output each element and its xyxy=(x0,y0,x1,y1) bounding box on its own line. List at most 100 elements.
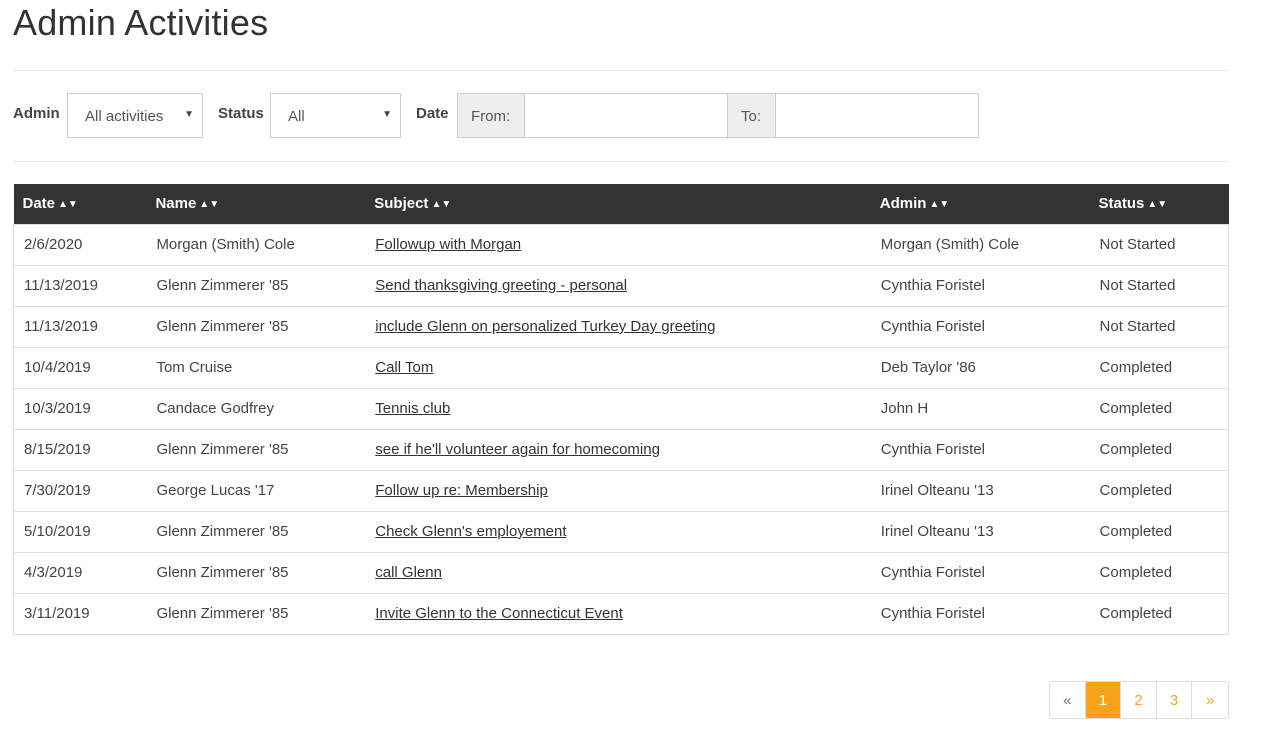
admin-cell: Cynthia Foristel xyxy=(870,592,1090,635)
pagination-page-3[interactable]: 3 xyxy=(1156,682,1193,718)
table-row: 2/6/2020 Morgan (Smith) Cole Followup wi… xyxy=(13,223,1229,265)
admin-cell: Irinel Olteanu '13 xyxy=(870,510,1090,552)
table-row: 11/13/2019 Glenn Zimmerer '85 include Gl… xyxy=(13,305,1229,347)
subject-link[interactable]: Follow up re: Membership xyxy=(375,482,548,499)
date-to-input[interactable] xyxy=(776,94,978,137)
name-cell: Glenn Zimmerer '85 xyxy=(146,428,366,470)
subject-link[interactable]: Followup with Morgan xyxy=(375,236,521,253)
date-to-label: To: xyxy=(728,94,776,137)
subject-cell: Tennis club xyxy=(365,387,871,429)
name-cell: George Lucas '17 xyxy=(146,469,366,511)
subject-link[interactable]: Send thanksgiving greeting - personal xyxy=(375,277,627,294)
status-cell: Not Started xyxy=(1089,305,1229,347)
chevron-down-icon: ▼ xyxy=(382,109,392,120)
date-from-input[interactable] xyxy=(525,94,728,137)
date-cell: 11/13/2019 xyxy=(13,264,147,306)
subject-cell: see if he'll volunteer again for homecom… xyxy=(365,428,871,470)
admin-cell: Irinel Olteanu '13 xyxy=(870,469,1090,511)
subject-cell: Follow up re: Membership xyxy=(365,469,871,511)
subject-cell: Call Tom xyxy=(365,346,871,388)
admin-cell: Morgan (Smith) Cole xyxy=(870,223,1090,265)
column-header-name[interactable]: Name ▲▼ xyxy=(146,184,366,224)
status-cell: Completed xyxy=(1089,551,1229,593)
status-cell: Not Started xyxy=(1089,264,1229,306)
status-cell: Completed xyxy=(1089,346,1229,388)
subject-link[interactable]: Check Glenn's employement xyxy=(375,523,566,540)
sort-icon: ▲▼ xyxy=(431,199,452,211)
name-cell: Glenn Zimmerer '85 xyxy=(146,510,366,552)
page-title: Admin Activities xyxy=(13,2,269,43)
column-header-label: Status xyxy=(1098,195,1145,213)
name-cell: Tom Cruise xyxy=(146,346,366,388)
activities-table: Date ▲▼ Name ▲▼ Subject ▲▼ Admin ▲▼ Status ▲▼… xyxy=(13,184,1229,635)
name-cell: Candace Godfrey xyxy=(146,387,366,429)
name-cell: Glenn Zimmerer '85 xyxy=(146,592,366,635)
table-row: 5/10/2019 Glenn Zimmerer '85 Check Glenn… xyxy=(13,510,1229,552)
name-cell: Glenn Zimmerer '85 xyxy=(146,264,366,306)
subject-link[interactable]: include Glenn on personalized Turkey Day… xyxy=(375,318,715,335)
table-header-row: Date ▲▼ Name ▲▼ Subject ▲▼ Admin ▲▼ Status ▲▼ xyxy=(13,184,1229,224)
table-row: 8/15/2019 Glenn Zimmerer '85 see if he'l… xyxy=(13,428,1229,470)
status-filter-label: Status xyxy=(218,105,264,122)
pagination-next[interactable]: » xyxy=(1192,682,1228,718)
divider-bottom xyxy=(13,161,1228,162)
admin-cell: Cynthia Foristel xyxy=(870,551,1090,593)
admin-filter-label: Admin xyxy=(13,105,60,122)
date-from-label: From: xyxy=(458,94,525,137)
admin-cell: John H xyxy=(870,387,1090,429)
pagination-prev[interactable]: « xyxy=(1050,682,1086,718)
subject-cell: Invite Glenn to the Connecticut Event xyxy=(365,592,871,635)
status-cell: Completed xyxy=(1089,592,1229,635)
table-row: 7/30/2019 George Lucas '17 Follow up re:… xyxy=(13,469,1229,511)
sort-icon: ▲▼ xyxy=(929,199,950,211)
date-cell: 5/10/2019 xyxy=(13,510,147,552)
date-cell: 10/3/2019 xyxy=(13,387,147,429)
subject-link[interactable]: Invite Glenn to the Connecticut Event xyxy=(375,605,623,622)
name-cell: Morgan (Smith) Cole xyxy=(146,223,366,265)
status-cell: Completed xyxy=(1089,510,1229,552)
table-row: 10/3/2019 Candace Godfrey Tennis club Jo… xyxy=(13,387,1229,429)
date-filter-label: Date xyxy=(416,105,449,122)
chevron-down-icon: ▼ xyxy=(184,109,194,120)
sort-icon: ▲▼ xyxy=(58,199,78,211)
subject-link[interactable]: call Glenn xyxy=(375,564,442,581)
column-header-admin[interactable]: Admin ▲▼ xyxy=(870,184,1090,224)
sort-icon: ▲▼ xyxy=(1147,199,1168,211)
date-cell: 4/3/2019 xyxy=(13,551,147,593)
subject-cell: Followup with Morgan xyxy=(365,223,871,265)
column-header-date[interactable]: Date ▲▼ xyxy=(13,184,147,224)
column-header-status[interactable]: Status ▲▼ xyxy=(1089,184,1229,224)
column-header-subject[interactable]: Subject ▲▼ xyxy=(365,184,871,224)
status-select-value: All xyxy=(288,108,305,125)
column-header-label: Subject xyxy=(374,195,429,213)
subject-link[interactable]: Tennis club xyxy=(375,400,450,417)
subject-cell: call Glenn xyxy=(365,551,871,593)
subject-cell: include Glenn on personalized Turkey Day… xyxy=(365,305,871,347)
name-cell: Glenn Zimmerer '85 xyxy=(146,305,366,347)
table-row: 11/13/2019 Glenn Zimmerer '85 Send thank… xyxy=(13,264,1229,306)
admin-select[interactable]: All activities ▼ xyxy=(67,93,203,138)
subject-cell: Check Glenn's employement xyxy=(365,510,871,552)
date-cell: 3/11/2019 xyxy=(13,592,147,635)
date-cell: 7/30/2019 xyxy=(13,469,147,511)
date-cell: 2/6/2020 xyxy=(13,223,147,265)
status-cell: Not Started xyxy=(1089,223,1229,265)
table-row: 4/3/2019 Glenn Zimmerer '85 call Glenn C… xyxy=(13,551,1229,593)
date-cell: 8/15/2019 xyxy=(13,428,147,470)
name-cell: Glenn Zimmerer '85 xyxy=(146,551,366,593)
pagination-page-1[interactable]: 1 xyxy=(1085,682,1122,718)
admin-cell: Deb Taylor '86 xyxy=(870,346,1090,388)
subject-link[interactable]: Call Tom xyxy=(375,359,433,376)
admin-cell: Cynthia Foristel xyxy=(870,264,1090,306)
status-cell: Completed xyxy=(1089,469,1229,511)
date-cell: 11/13/2019 xyxy=(13,305,147,347)
table-row: 10/4/2019 Tom Cruise Call Tom Deb Taylor… xyxy=(13,346,1229,388)
sort-icon: ▲▼ xyxy=(199,199,220,211)
admin-cell: Cynthia Foristel xyxy=(870,428,1090,470)
date-range-group: From: To: xyxy=(457,93,979,138)
pagination-page-2[interactable]: 2 xyxy=(1121,682,1157,718)
table-row: 3/11/2019 Glenn Zimmerer '85 Invite Glen… xyxy=(13,592,1229,635)
status-select[interactable]: All ▼ xyxy=(270,93,401,138)
column-header-label: Name xyxy=(155,195,197,213)
subject-link[interactable]: see if he'll volunteer again for homecom… xyxy=(375,441,660,458)
